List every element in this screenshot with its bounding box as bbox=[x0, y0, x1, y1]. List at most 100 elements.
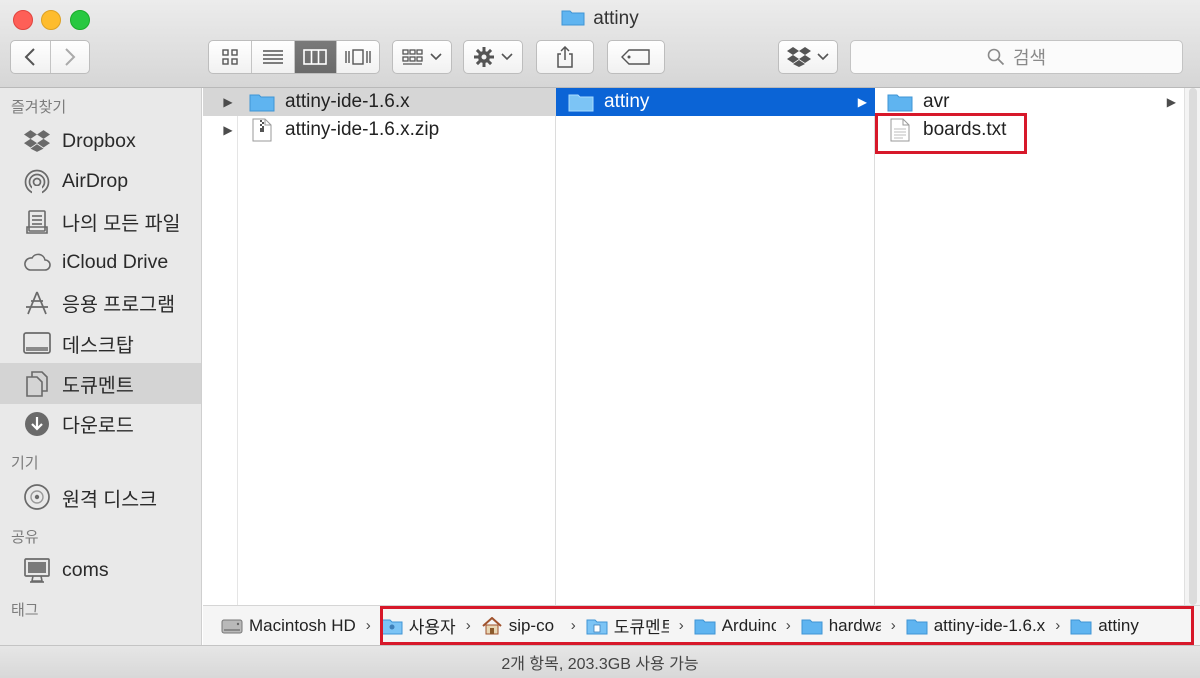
folder-icon bbox=[1070, 619, 1092, 634]
sidebar-item-remote-disc[interactable]: 원격 디스크 bbox=[0, 477, 201, 517]
action-button[interactable] bbox=[463, 40, 523, 74]
arrange-button[interactable] bbox=[392, 40, 452, 74]
disclosure-triangle-icon[interactable]: ▶ bbox=[217, 123, 239, 137]
window-title: attiny bbox=[0, 8, 1200, 30]
sidebar-item-downloads[interactable]: 다운로드 bbox=[0, 404, 201, 444]
search-placeholder: 검색 bbox=[1012, 48, 1047, 68]
chevron-down-icon bbox=[501, 53, 513, 61]
sidebar-item-label: 도큐멘트 bbox=[62, 375, 134, 398]
sidebar-item-label: coms bbox=[62, 559, 109, 582]
sidebar-item-label: 나의 모든 파일 bbox=[62, 213, 181, 236]
forward-button[interactable] bbox=[51, 41, 90, 73]
dropbox-icon bbox=[787, 47, 811, 67]
list-view-button[interactable] bbox=[252, 41, 295, 73]
sidebar-item-icloud-drive[interactable]: iCloud Drive bbox=[0, 242, 201, 282]
list-icon bbox=[262, 50, 283, 64]
sidebar-item-coms[interactable]: coms bbox=[0, 551, 201, 591]
cover-flow-button[interactable] bbox=[337, 41, 379, 73]
folder-icon bbox=[249, 94, 275, 112]
list-item-attiny-ide-zip[interactable]: ▶ attiny-ide-1.6.x.zip bbox=[203, 116, 556, 144]
chevron-down-icon bbox=[430, 53, 442, 61]
search-field[interactable]: 검색 bbox=[850, 40, 1183, 74]
folder-icon bbox=[801, 619, 823, 634]
path-crumb-macintosh-hd[interactable]: Macintosh HD › bbox=[221, 616, 381, 636]
sidebar-item-applications[interactable]: 응용 프로그램 bbox=[0, 283, 201, 323]
sidebar-item-airdrop[interactable]: AirDrop bbox=[0, 161, 201, 201]
cover-flow-icon bbox=[345, 49, 371, 65]
disc-icon bbox=[24, 484, 50, 511]
tags-button[interactable] bbox=[607, 40, 665, 74]
chevron-left-icon bbox=[24, 48, 35, 66]
path-crumb-hardware[interactable]: hardwa › bbox=[801, 616, 906, 636]
item-name: boards.txt bbox=[923, 119, 1007, 140]
tag-icon bbox=[621, 49, 650, 65]
sidebar-item-documents[interactable]: 도큐멘트 bbox=[0, 363, 201, 404]
disclosure-triangle-icon[interactable]: ▶ bbox=[217, 95, 239, 109]
list-item-attiny-ide-folder[interactable]: ▶ attiny-ide-1.6.x bbox=[203, 88, 556, 116]
status-bar: 2개 항목, 203.3GB 사용 가능 bbox=[0, 645, 1200, 678]
list-item-attiny-folder[interactable]: attiny ▶ bbox=[556, 88, 875, 116]
sidebar-section-tags: 태그 bbox=[11, 601, 39, 619]
crumb-label: sip-co bbox=[508, 615, 555, 635]
expand-arrow-icon: ▶ bbox=[857, 95, 867, 109]
sidebar-section-favorites: 즐겨찾기 bbox=[11, 99, 67, 116]
path-crumb-attiny[interactable]: attiny bbox=[1070, 616, 1139, 636]
documents-folder-icon bbox=[586, 619, 608, 634]
chevron-down-icon bbox=[817, 53, 829, 61]
vertical-scrollbar[interactable] bbox=[1184, 88, 1200, 605]
cloud-icon bbox=[24, 254, 51, 272]
item-name: avr bbox=[923, 91, 950, 112]
desktop-icon bbox=[23, 332, 51, 354]
chevron-right-icon: › bbox=[365, 617, 371, 634]
sidebar-item-label: 원격 디스크 bbox=[62, 488, 158, 511]
home-icon bbox=[482, 616, 502, 634]
sidebar-item-label: 데스크탑 bbox=[62, 334, 134, 357]
sidebar-item-label: 응용 프로그램 bbox=[62, 294, 176, 317]
path-crumb-users[interactable]: 사용자 › bbox=[381, 613, 481, 638]
chevron-right-icon: › bbox=[465, 617, 471, 634]
column-divider bbox=[237, 88, 238, 605]
path-bar: Macintosh HD › 사용자 › sip-co › 도큐멘트 › Ard… bbox=[203, 605, 1200, 645]
sidebar-item-label: 다운로드 bbox=[62, 415, 134, 438]
scrollbar-thumb[interactable] bbox=[1189, 88, 1197, 605]
column-browser: ▶ attiny-ide-1.6.x ▶ attiny-ide-1.6.x.zi… bbox=[203, 88, 1200, 605]
path-crumb-documents[interactable]: 도큐멘트 › bbox=[586, 613, 694, 638]
share-icon bbox=[557, 46, 573, 68]
all-files-icon bbox=[26, 210, 48, 234]
column-1: ▶ attiny-ide-1.6.x ▶ attiny-ide-1.6.x.zi… bbox=[203, 88, 556, 605]
item-name: attiny-ide-1.6.x bbox=[285, 91, 410, 112]
expand-arrow-icon: ▶ bbox=[1166, 95, 1176, 109]
gear-icon bbox=[474, 47, 494, 67]
icon-view-button[interactable] bbox=[209, 41, 252, 73]
sidebar: 즐겨찾기 Dropbox AirDrop 나의 모든 파일 iCloud Dri… bbox=[0, 88, 202, 645]
crumb-label: Macintosh HD bbox=[249, 615, 356, 635]
list-item-avr-folder[interactable]: avr ▶ bbox=[875, 88, 1184, 116]
arrange-grid-icon bbox=[402, 49, 423, 65]
dropbox-menu-button[interactable] bbox=[778, 40, 838, 74]
column-3: avr ▶ boards.txt bbox=[875, 88, 1200, 605]
toolbar: attiny 검색 bbox=[0, 0, 1200, 88]
back-button[interactable] bbox=[11, 41, 51, 73]
grid-icon bbox=[222, 49, 238, 65]
path-crumb-attiny-ide[interactable]: attiny-ide-1.6.x › bbox=[906, 616, 1071, 636]
crumb-label: Arduino bbox=[721, 615, 776, 635]
chevron-right-icon: › bbox=[678, 617, 684, 634]
computer-icon bbox=[24, 557, 50, 583]
column-view-button[interactable] bbox=[294, 41, 338, 73]
folder-icon bbox=[561, 10, 585, 26]
airdrop-icon bbox=[24, 169, 50, 195]
crumb-label: 도큐멘트 bbox=[613, 618, 669, 637]
path-crumb-home[interactable]: sip-co › bbox=[481, 616, 586, 636]
downloads-icon bbox=[25, 411, 49, 436]
sidebar-item-all-files[interactable]: 나의 모든 파일 bbox=[0, 202, 201, 242]
sidebar-item-desktop[interactable]: 데스크탑 bbox=[0, 323, 201, 363]
dropbox-icon bbox=[24, 130, 50, 153]
share-button[interactable] bbox=[536, 40, 594, 74]
folder-icon bbox=[906, 619, 928, 634]
sidebar-item-label: iCloud Drive bbox=[62, 250, 169, 273]
sidebar-item-dropbox[interactable]: Dropbox bbox=[0, 121, 201, 161]
crumb-label: 사용자 bbox=[408, 618, 456, 637]
list-item-boards-txt[interactable]: boards.txt bbox=[875, 116, 1184, 144]
search-icon bbox=[987, 48, 1005, 66]
path-crumb-arduino[interactable]: Arduino › bbox=[694, 616, 801, 636]
